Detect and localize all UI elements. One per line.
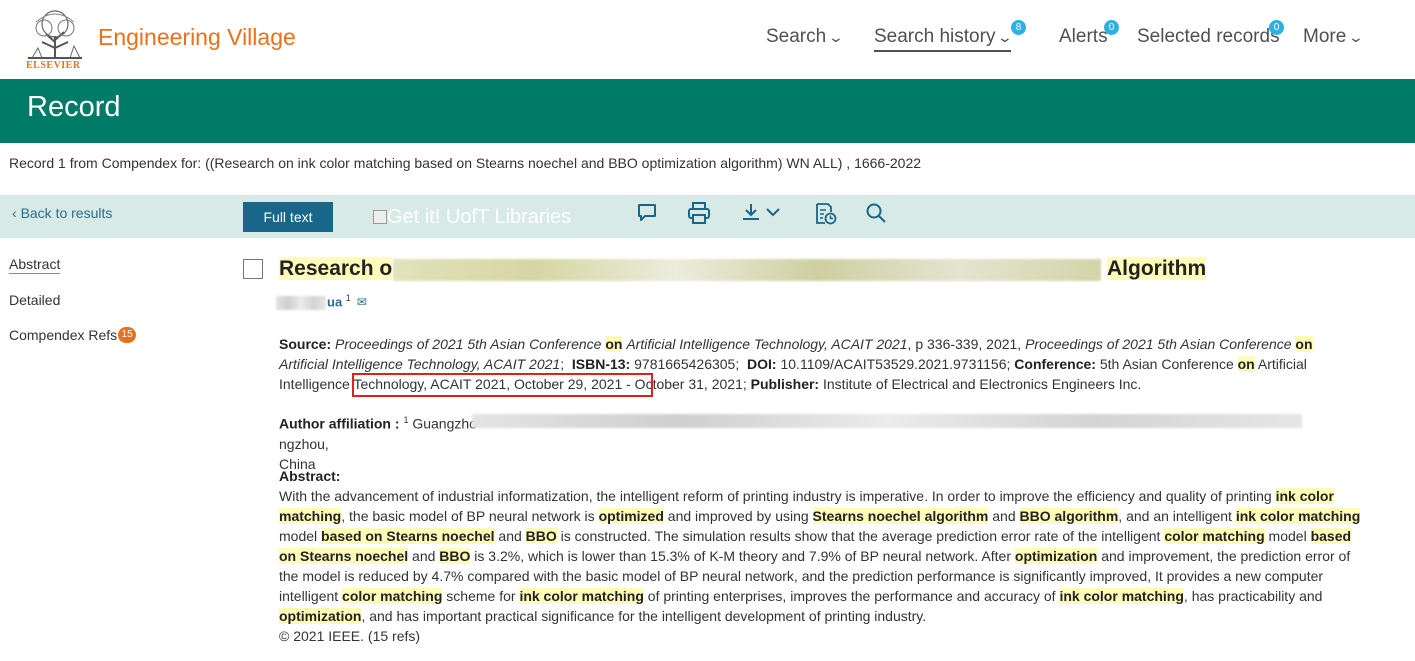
print-icon[interactable] xyxy=(687,202,711,224)
author-name[interactable]: ua 1 ✉ xyxy=(327,293,367,309)
author-affiliation-sup: 1 xyxy=(345,293,351,303)
broken-image-icon xyxy=(373,210,387,224)
record-title-end-wrap: Algorithm xyxy=(1107,257,1207,281)
download-icon[interactable] xyxy=(741,202,785,224)
copyright-line: © 2021 IEEE. (15 refs) xyxy=(279,628,421,644)
doi-value[interactable]: 10.1109/ACAIT53529.2021.9731156 xyxy=(780,356,1006,372)
search-icon[interactable] xyxy=(865,202,887,224)
affiliation-start: Guangzho xyxy=(412,415,477,432)
nav-search-label: Search xyxy=(766,26,827,47)
record-title-start: Research o xyxy=(279,257,393,280)
abstract-section: Abstract: With the advancement of indust… xyxy=(279,466,1364,646)
abstract-label: Abstract: xyxy=(279,468,341,484)
highlight-on: on xyxy=(1237,356,1255,372)
sidebar-item-detailed[interactable]: Detailed xyxy=(9,292,60,308)
affiliation-sup: 1 xyxy=(403,415,409,425)
tree-logo-icon xyxy=(24,8,86,60)
nav-search-history[interactable]: Search history ⌄ xyxy=(874,26,1014,52)
brand-name[interactable]: Engineering Village xyxy=(98,24,296,51)
nav-search-history-label: Search history xyxy=(874,26,996,47)
doi-label: DOI: xyxy=(747,356,777,372)
chevron-down-icon: ⌄ xyxy=(1347,29,1365,45)
isbn-label: ISBN-13: xyxy=(571,356,631,372)
record-toolbar: ‹ Back to results Full text Get it! UofT… xyxy=(0,195,1415,238)
isbn-value: 9781665426305 xyxy=(634,356,736,372)
record-title: Research o xyxy=(279,257,393,281)
top-header: ELSEVIER Engineering Village Search ⌄ Sea… xyxy=(0,0,1415,79)
full-text-button[interactable]: Full text xyxy=(243,202,333,232)
save-to-folder-icon[interactable] xyxy=(814,202,838,226)
nav-search[interactable]: Search ⌄ xyxy=(766,26,845,48)
getit-libraries-link[interactable]: Get it! UofT Libraries xyxy=(373,206,571,229)
select-record-checkbox[interactable] xyxy=(243,259,263,279)
chevron-left-icon: ‹ xyxy=(12,205,17,221)
nav-more-label: More xyxy=(1303,26,1347,47)
redacted-author xyxy=(276,296,326,310)
nav-more[interactable]: More ⌄ xyxy=(1303,26,1365,48)
highlight-on: on xyxy=(605,336,623,352)
refs-count-badge: 15 xyxy=(118,327,137,343)
publisher-value: Institute of Electrical and Electronics … xyxy=(823,376,1142,392)
nav-alerts-label: Alerts xyxy=(1059,26,1108,47)
abstract-text: With the advancement of industrial infor… xyxy=(279,488,1361,624)
sidebar-item-label: Compendex Refs xyxy=(9,327,118,343)
search-query-summary: Record 1 from Compendex for: ((Research … xyxy=(9,155,922,171)
nav-alerts[interactable]: Alerts xyxy=(1059,26,1108,48)
conference-value-1: 5th Asian Conference xyxy=(1099,356,1234,372)
source-pages-year: , p 336-339, 2021, xyxy=(907,336,1022,352)
nav-selected-records-label: Selected records xyxy=(1137,26,1280,47)
alerts-count-badge: 0 xyxy=(1104,20,1119,35)
selected-records-count-badge: 0 xyxy=(1269,20,1284,35)
publisher-label: Publisher: xyxy=(750,376,820,392)
redacted-affiliation xyxy=(472,414,1302,428)
mail-icon[interactable]: ✉ xyxy=(357,295,367,309)
record-banner: Record xyxy=(0,79,1415,143)
redacted-title xyxy=(393,259,1101,281)
search-history-count-badge: 8 xyxy=(1011,20,1026,35)
sidebar-item-compendex-refs[interactable]: Compendex Refs 15 xyxy=(9,327,137,343)
record-title-end: Algorithm xyxy=(1107,257,1207,280)
source-label: Source: xyxy=(279,336,332,352)
chevron-down-icon: ⌄ xyxy=(997,29,1014,45)
source-conf-title-1: Proceedings of 2021 5th Asian Conference xyxy=(335,336,602,352)
affiliation-end: ngzhou, xyxy=(279,435,329,452)
annotation-highlight-box xyxy=(352,373,653,397)
nav-selected-records[interactable]: Selected records xyxy=(1137,26,1280,48)
affiliation-label: Author affiliation : xyxy=(279,415,400,432)
back-to-results-label: Back to results xyxy=(20,205,113,221)
source-conf-title-4: Artificial Intelligence Technology, ACAI… xyxy=(279,356,561,372)
conference-label: Conference: xyxy=(1014,356,1096,372)
author-name-visible: ua xyxy=(327,294,343,310)
source-conf-title-3: Proceedings of 2021 5th Asian Conference xyxy=(1025,336,1292,352)
back-to-results-link[interactable]: ‹ Back to results xyxy=(12,205,112,221)
source-conf-title-2: Artificial Intelligence Technology, ACAI… xyxy=(626,336,908,352)
getit-alt-text: Get it! UofT Libraries xyxy=(387,206,572,228)
highlight-on: on xyxy=(1295,336,1313,352)
page-title: Record xyxy=(27,91,121,123)
comment-icon[interactable] xyxy=(636,202,658,224)
elsevier-logo[interactable]: ELSEVIER xyxy=(24,8,86,71)
sidebar-item-abstract[interactable]: Abstract xyxy=(9,256,61,274)
logo-wordmark: ELSEVIER xyxy=(26,60,81,71)
chevron-down-icon: ⌄ xyxy=(827,29,845,45)
